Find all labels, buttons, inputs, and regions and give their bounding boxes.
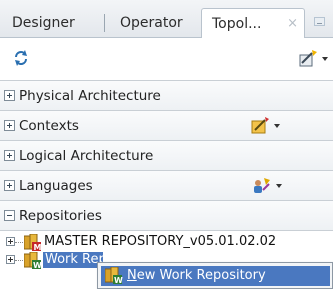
expand-icon[interactable] [4,180,15,191]
accordion-label: Contexts [19,118,79,134]
tab-strip: Designer Operator Topol... × [0,0,333,39]
tree-connector [15,242,23,243]
menu-item-new-work-repository[interactable]: W New Work Repository [101,266,330,286]
collapse-icon[interactable] [4,210,15,221]
users-icon [254,178,270,193]
master-repository-icon: M [24,234,42,251]
accordion: Physical Architecture Contexts Logical A… [0,80,333,230]
tree-item-label: MASTER REPOSITORY_v05.01.02.02 [44,234,277,249]
toolbar [0,38,333,80]
tree-connector [15,260,23,261]
tab-separator [104,14,105,32]
minimize-button[interactable] [314,17,325,26]
tab-designer[interactable]: Designer [12,8,75,38]
expand-icon[interactable] [4,120,15,131]
chevron-down-icon [274,124,280,128]
accordion-repositories[interactable]: Repositories [0,200,333,230]
tab-operator[interactable]: Operator [120,8,183,38]
wizard-icon [299,50,317,67]
accordion-label: Physical Architecture [19,88,161,104]
tree-item-master-repository[interactable]: M MASTER REPOSITORY_v05.01.02.02 [0,234,333,252]
work-repository-icon: W [24,252,42,269]
new-context-icon [251,117,269,134]
tab-topology[interactable]: Topol... × [201,8,305,39]
accordion-physical-architecture[interactable]: Physical Architecture [0,80,333,110]
new-work-repository-icon: W [105,267,123,284]
expand-icon[interactable] [6,255,15,264]
svg-text:W: W [114,276,123,284]
refresh-icon[interactable] [12,49,30,67]
chevron-down-icon [322,57,328,61]
tab-topology-label: Topol... [212,16,262,32]
accordion-contexts[interactable]: Contexts [0,110,333,140]
expand-icon[interactable] [4,90,15,101]
accordion-label: Languages [19,178,93,194]
topology-menu-button[interactable] [298,48,330,70]
close-icon[interactable]: × [287,9,298,39]
chevron-down-icon [276,184,282,188]
accordion-languages[interactable]: Languages [0,170,333,200]
accordion-label: Repositories [19,208,102,224]
expand-icon[interactable] [6,237,15,246]
accordion-label: Logical Architecture [19,148,154,164]
expand-icon[interactable] [4,150,15,161]
svg-text:W: W [33,261,42,269]
contexts-menu-button[interactable] [250,115,284,137]
svg-text:M: M [34,243,42,251]
context-menu: W New Work Repository [97,262,333,289]
languages-menu-button[interactable] [252,175,286,197]
selected-highlight: Work Repositories [43,252,162,268]
accordion-logical-architecture[interactable]: Logical Architecture [0,140,333,170]
menu-item-label: New Work Repository [127,268,266,283]
